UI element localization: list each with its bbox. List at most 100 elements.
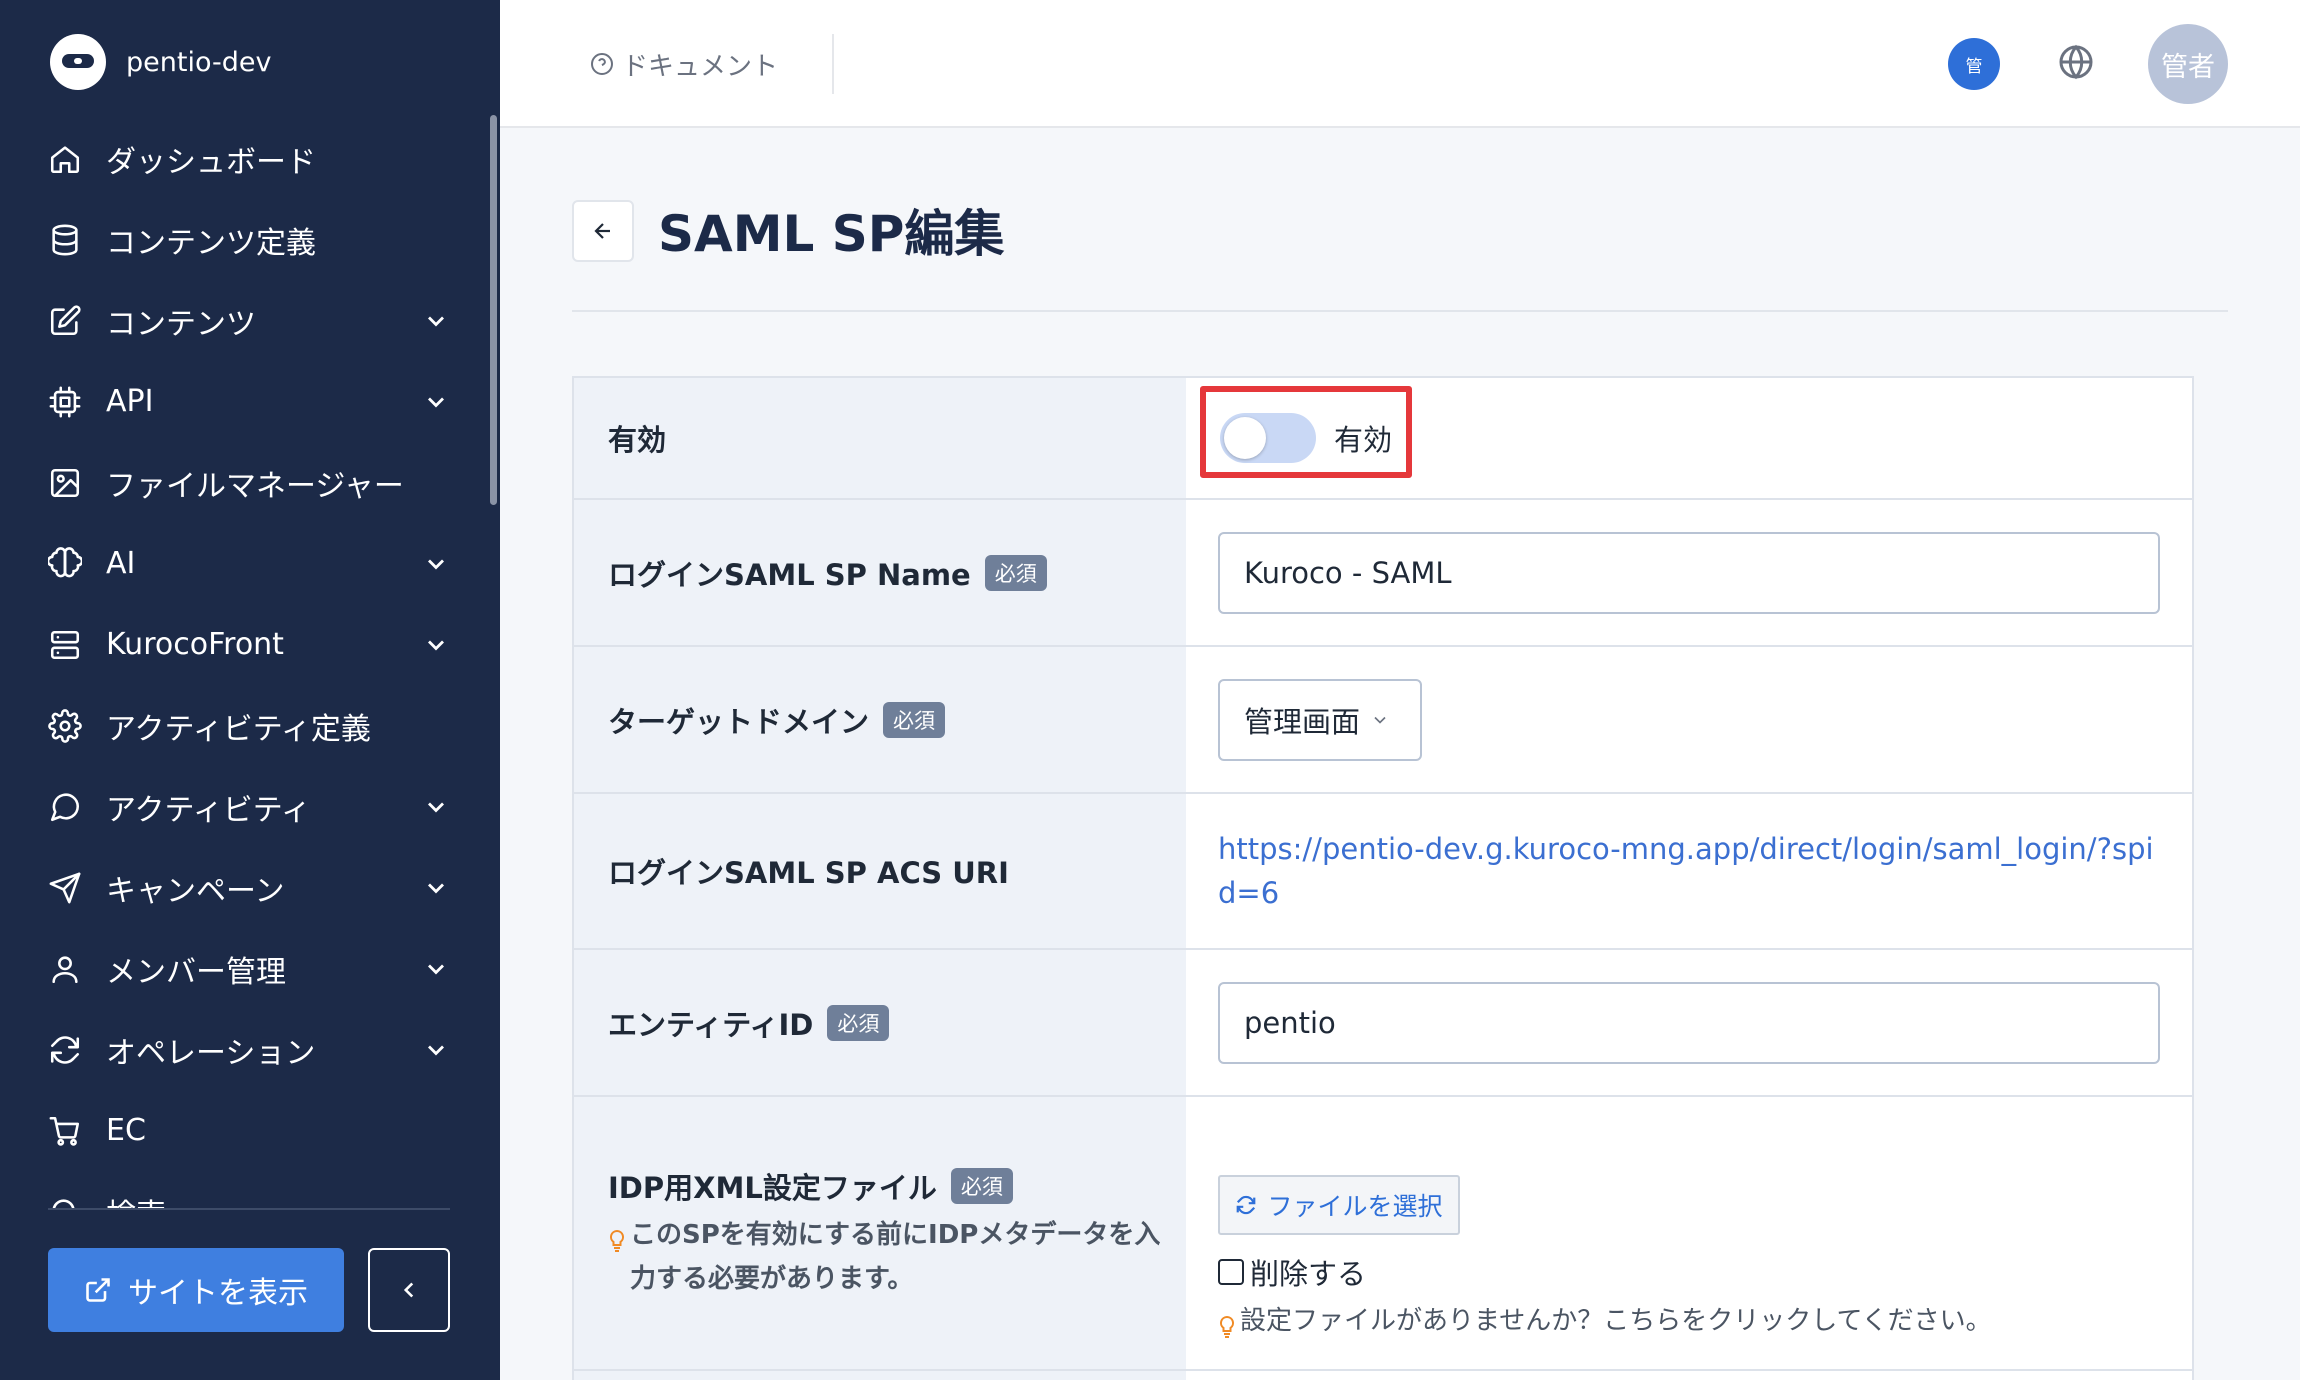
row-value <box>1186 500 2192 645</box>
chevron-down-icon <box>422 388 450 416</box>
choose-file-button[interactable]: ファイルを選択 <box>1218 1175 1460 1235</box>
sidebar-item-activity[interactable]: アクティビティ <box>0 766 490 847</box>
sidebar-item-label: アクティビティ定義 <box>106 711 371 747</box>
row-entity-id: エンティティID 必須 <box>574 950 2192 1097</box>
chevron-down-icon <box>422 1036 450 1064</box>
row-enabled: 有効 有効 <box>574 378 2192 500</box>
sidebar-item-label: ダッシュボード <box>106 144 316 180</box>
admin-badge[interactable]: 管 <box>1948 38 2000 90</box>
sidebar-item-label: コンテンツ <box>106 306 256 342</box>
chevron-down-icon <box>422 631 450 659</box>
chevron-left-icon <box>403 1282 414 1298</box>
chevron-down-icon <box>422 550 450 578</box>
row-target-domain: ターゲットドメイン 必須 管理画面 <box>574 647 2192 794</box>
sidebar-item-label: EC <box>106 1113 146 1148</box>
header-divider <box>832 34 834 94</box>
idp-xml-note: このSPを有効にする前にIDPメタデータを入力する必要があります。 <box>608 1213 1186 1301</box>
row-value: 有効 <box>1186 378 2192 498</box>
target-domain-value: 管理画面 <box>1244 704 1361 739</box>
lightbulb-icon <box>608 1223 626 1252</box>
enabled-toggle-wrap[interactable]: 有効 <box>1218 413 2160 463</box>
target-domain-label: ターゲットドメイン <box>608 704 870 739</box>
edit-icon <box>46 302 84 340</box>
brain-icon <box>46 545 84 583</box>
chevron-down-icon <box>422 793 450 821</box>
sidebar-item-member-management[interactable]: メンバー管理 <box>0 928 490 1009</box>
database-icon <box>46 221 84 259</box>
refresh-icon <box>46 1031 84 1069</box>
sidebar-item-label: キャンペーン <box>106 873 285 909</box>
brand[interactable]: pentio-dev <box>50 34 271 90</box>
row-value: https://pentio-dev.g.kuroco-mng.app/dire… <box>1186 794 2192 948</box>
sidebar-item-dashboard[interactable]: ダッシュボード <box>0 118 490 199</box>
documentation-link[interactable]: ドキュメント <box>590 44 778 84</box>
external-link-icon <box>86 1278 110 1302</box>
globe-icon <box>2059 44 2093 80</box>
chevron-down-icon <box>422 874 450 902</box>
entity-id-input[interactable] <box>1218 981 2160 1064</box>
required-badge: 必須 <box>950 1168 1013 1204</box>
sidebar-item-file-manager[interactable]: ファイルマネージャー <box>0 442 490 523</box>
delete-checkbox[interactable] <box>1218 1259 1244 1285</box>
view-site-label: サイトを表示 <box>128 1276 308 1311</box>
target-domain-select[interactable]: 管理画面 <box>1218 678 1422 761</box>
idp-xml-note-text: このSPを有効にする前にIDPメタデータを入力する必要があります。 <box>630 1220 1161 1294</box>
sidebar-divider <box>48 1208 450 1210</box>
help-circle-icon <box>591 53 613 75</box>
collapse-sidebar-button[interactable] <box>368 1248 450 1332</box>
row-label: ログインSAML SP ACS URI <box>574 794 1186 948</box>
user-icon <box>46 950 84 988</box>
sp-name-label: ログインSAML SP Name <box>608 557 971 592</box>
row-value <box>1186 1371 2192 1380</box>
sp-name-input[interactable] <box>1218 531 2160 614</box>
lightbulb-icon <box>1218 1309 1236 1338</box>
row-label: IDP用XML設定ファイル 必須 このSPを有効にする前にIDPメタデータを入力す… <box>574 1097 1186 1369</box>
row-value: 管理画面 <box>1186 647 2192 792</box>
sidebar-item-campaign[interactable]: キャンペーン <box>0 847 490 928</box>
sidebar: pentio-dev ダッシュボード コンテンツ定義 コンテンツ API ファイ… <box>0 0 500 1380</box>
title-divider <box>572 310 2228 312</box>
top-header: ドキュメント 管 管者 <box>500 0 2300 128</box>
search-icon <box>46 1193 84 1208</box>
sidebar-scrollbar[interactable] <box>490 115 497 505</box>
cart-icon <box>46 1112 84 1150</box>
arrow-left-icon <box>594 223 610 239</box>
idp-xml-label: IDP用XML設定ファイル <box>608 1171 937 1205</box>
sidebar-item-contents[interactable]: コンテンツ <box>0 280 490 361</box>
delete-checkbox-row[interactable]: 削除する <box>1218 1251 2160 1293</box>
enabled-toggle[interactable] <box>1220 413 1316 463</box>
sidebar-item-operation[interactable]: オペレーション <box>0 1009 490 1090</box>
enabled-toggle-label: 有効 <box>1334 423 1393 457</box>
row-value <box>1186 950 2192 1095</box>
view-site-button[interactable]: サイトを表示 <box>48 1248 344 1332</box>
sidebar-item-content-definition[interactable]: コンテンツ定義 <box>0 199 490 280</box>
brand-name: pentio-dev <box>126 46 272 78</box>
row-acs-uri: ログインSAML SP ACS URI https://pentio-dev.g… <box>574 794 2192 950</box>
row-sp-name: ログインSAML SP Name 必須 <box>574 500 2192 647</box>
documentation-label: ドキュメント <box>622 51 779 82</box>
chevron-down-icon <box>422 307 450 335</box>
sidebar-item-kurocofront[interactable]: KurocoFront <box>0 604 490 685</box>
required-badge: 必須 <box>984 554 1047 591</box>
back-button[interactable] <box>572 200 634 262</box>
refresh-icon <box>1237 1195 1256 1215</box>
chevron-down-icon <box>1374 716 1386 724</box>
idp-help-link[interactable]: 設定ファイルがありませんか？こちらをクリックしてください。 <box>1218 1299 2160 1343</box>
row-idp-xml: IDP用XML設定ファイル 必須 このSPを有効にする前にIDPメタデータを入力す… <box>574 1097 2192 1371</box>
gear-icon <box>46 707 84 745</box>
user-avatar[interactable]: 管者 <box>2148 24 2228 104</box>
sidebar-nav: ダッシュボード コンテンツ定義 コンテンツ API ファイルマネージャー AI … <box>0 118 490 1208</box>
sidebar-item-label: メンバー管理 <box>106 954 286 990</box>
sidebar-item-search[interactable]: 検索 <box>0 1171 490 1208</box>
chat-icon <box>46 788 84 826</box>
language-button[interactable] <box>2058 44 2098 84</box>
sidebar-item-label: API <box>106 384 154 419</box>
sidebar-item-ec[interactable]: EC <box>0 1090 490 1171</box>
sidebar-item-activity-definition[interactable]: アクティビティ定義 <box>0 685 490 766</box>
sidebar-item-api[interactable]: API <box>0 361 490 442</box>
cpu-icon <box>46 383 84 421</box>
sidebar-item-ai[interactable]: AI <box>0 523 490 604</box>
sidebar-item-label: アクティビティ <box>106 792 311 828</box>
sidebar-item-label: ファイルマネージャー <box>106 468 404 504</box>
acs-uri-link[interactable]: https://pentio-dev.g.kuroco-mng.app/dire… <box>1218 827 2160 915</box>
